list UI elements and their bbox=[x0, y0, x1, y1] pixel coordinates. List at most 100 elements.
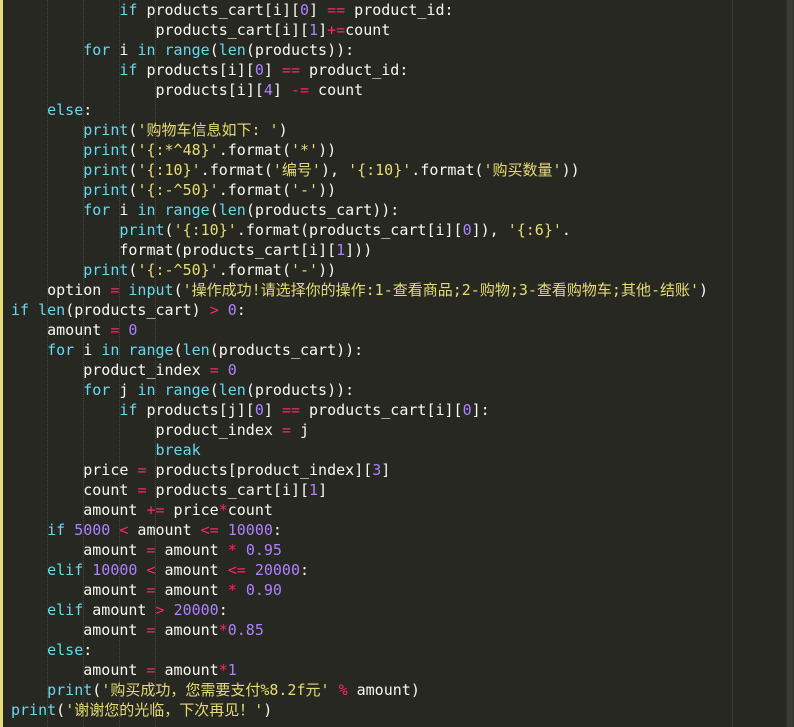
code-token: amount bbox=[83, 581, 147, 599]
code-line[interactable]: products_cart[i][1]+=count bbox=[11, 20, 708, 40]
code-token: amount bbox=[83, 661, 147, 679]
code-line[interactable]: amount = amount*1 bbox=[11, 660, 708, 680]
code-token: ][ bbox=[236, 61, 255, 79]
code-token: '购物车信息如下: ' bbox=[137, 121, 279, 139]
code-token: range bbox=[164, 381, 210, 399]
code-token: ( bbox=[164, 221, 174, 239]
code-token: ) bbox=[699, 281, 709, 299]
code-token: for bbox=[47, 341, 75, 359]
code-line[interactable]: price = products[product_index][3] bbox=[11, 460, 708, 480]
code-line[interactable]: print('{:10}'.format('编号'), '{:10}'.form… bbox=[11, 160, 708, 180]
code-line[interactable]: if products[j][0] == products_cart[i][0]… bbox=[11, 400, 708, 420]
code-line[interactable]: for i in range(len(products_cart)): bbox=[11, 340, 708, 360]
code-token: ][ bbox=[290, 21, 310, 39]
code-line[interactable]: elif amount > 20000: bbox=[11, 600, 708, 620]
code-line[interactable]: products[i][4] -= count bbox=[11, 80, 708, 100]
code-token: print bbox=[11, 701, 57, 719]
code-line[interactable]: format(products_cart[i][1])) bbox=[11, 240, 708, 260]
code-line[interactable]: if products[i][0] == product_id: bbox=[11, 60, 708, 80]
code-token: += bbox=[146, 501, 165, 519]
code-line[interactable]: print('{:-^50}'.format('-')) bbox=[11, 260, 708, 280]
code-token: price bbox=[164, 501, 219, 519]
code-line[interactable]: else: bbox=[11, 640, 708, 660]
code-line[interactable]: amount = amount * 0.95 bbox=[11, 540, 708, 560]
code-token: '{:6}' bbox=[507, 221, 562, 239]
code-line[interactable]: for i in range(len(products_cart)): bbox=[11, 200, 708, 220]
code-area[interactable]: if products_cart[i][0] == product_id: pr… bbox=[11, 0, 708, 720]
code-token: ( bbox=[474, 161, 484, 179]
code-token: 20000 bbox=[173, 601, 219, 619]
code-token: 0 bbox=[227, 301, 237, 319]
code-line[interactable]: count = products_cart[i][1] bbox=[11, 480, 708, 500]
code-token: amount bbox=[347, 681, 411, 699]
code-token: in bbox=[137, 381, 156, 399]
code-line[interactable]: print('{:10}'.format(products_cart[i][0]… bbox=[11, 220, 708, 240]
code-token: . bbox=[561, 221, 571, 239]
code-token: ( bbox=[245, 381, 255, 399]
code-token: ] bbox=[263, 401, 282, 419]
code-line[interactable]: product_index = 0 bbox=[11, 360, 708, 380]
code-line[interactable]: amount += price*count bbox=[11, 500, 708, 520]
code-line[interactable]: amount = amount*0.85 bbox=[11, 620, 708, 640]
code-token: amount bbox=[155, 561, 228, 579]
code-line[interactable]: if 5000 < amount <= 10000: bbox=[11, 520, 708, 540]
code-line[interactable]: amount = amount * 0.90 bbox=[11, 580, 708, 600]
code-line[interactable]: option = input('操作成功!请选择你的操作:1-查看商品;2-购物… bbox=[11, 280, 708, 300]
code-line[interactable]: if products_cart[i][0] == product_id: bbox=[11, 0, 708, 20]
code-token: '*' bbox=[290, 141, 319, 159]
code-line[interactable]: else: bbox=[11, 100, 708, 120]
code-token: format bbox=[245, 221, 300, 239]
column-ruler bbox=[732, 0, 733, 727]
code-token: amount bbox=[83, 621, 147, 639]
code-token: [ bbox=[263, 1, 273, 19]
code-line[interactable]: amount = 0 bbox=[11, 320, 708, 340]
code-editor[interactable]: if products_cart[i][0] == product_id: pr… bbox=[0, 0, 794, 727]
code-token: * bbox=[218, 501, 228, 519]
code-token: ][ bbox=[354, 461, 373, 479]
code-token: * bbox=[218, 621, 228, 639]
code-line[interactable]: break bbox=[11, 440, 708, 460]
code-token: i bbox=[272, 1, 282, 19]
code-token: ( bbox=[209, 381, 219, 399]
code-token: '购买成功，您需要支付%8.2f元' bbox=[101, 681, 330, 699]
code-token: : bbox=[272, 521, 282, 539]
code-token: amount bbox=[83, 541, 147, 559]
code-line[interactable]: for j in range(len(products)): bbox=[11, 380, 708, 400]
code-token: i bbox=[281, 481, 291, 499]
code-token: products_cart bbox=[74, 301, 192, 319]
code-line[interactable]: print('购物车信息如下: ') bbox=[11, 120, 708, 140]
vertical-scrollbar-thumb[interactable] bbox=[787, 0, 793, 727]
code-line[interactable]: print('谢谢您的光临，下次再见！') bbox=[11, 700, 708, 720]
code-line[interactable]: for i in range(len(products)): bbox=[11, 40, 708, 60]
code-token: count bbox=[83, 481, 138, 499]
code-token: 4 bbox=[263, 81, 273, 99]
code-line[interactable]: if len(products_cart) > 0: bbox=[11, 300, 708, 320]
code-token: amount bbox=[128, 521, 201, 539]
code-line[interactable]: print('{:-^50}'.format('-')) bbox=[11, 180, 708, 200]
code-line[interactable]: product_index = j bbox=[11, 420, 708, 440]
modified-line-marker bbox=[0, 0, 3, 727]
code-token: += bbox=[327, 21, 346, 39]
code-token: ( bbox=[300, 221, 310, 239]
code-line[interactable]: print('购买成功，您需要支付%8.2f元' % amount) bbox=[11, 680, 708, 700]
code-token: count bbox=[309, 81, 364, 99]
code-line[interactable]: elif 10000 < amount <= 20000: bbox=[11, 560, 708, 580]
code-token: '{:10}' bbox=[137, 161, 201, 179]
code-token: product_id bbox=[345, 1, 445, 19]
code-line[interactable]: print('{:*^48}'.format('*')) bbox=[11, 140, 708, 160]
code-token: ( bbox=[263, 161, 273, 179]
